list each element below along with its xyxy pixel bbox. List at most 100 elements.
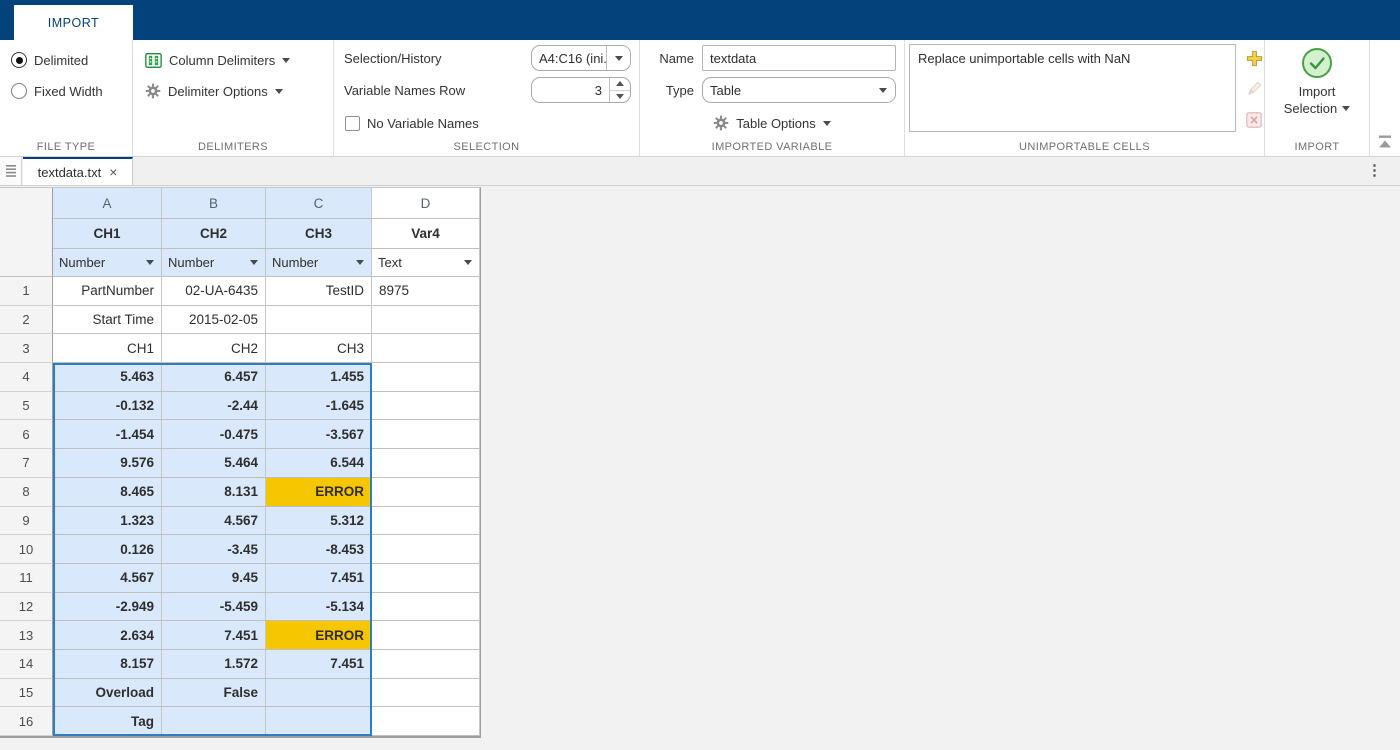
cell-B8[interactable]: 8.131 — [162, 478, 266, 507]
variable-names-row-value[interactable]: 3 — [532, 78, 609, 102]
cell-A4[interactable]: 5.463 — [53, 363, 162, 392]
cell-B2[interactable]: 2015-02-05 — [162, 306, 266, 335]
var-name-D[interactable]: Var4 — [372, 219, 480, 249]
row-header-3[interactable]: 3 — [0, 334, 53, 363]
row-header-4[interactable]: 4 — [0, 363, 53, 392]
cell-D1[interactable]: 8975 — [372, 277, 480, 306]
cell-C10[interactable]: -8.453 — [266, 535, 372, 564]
cell-B5[interactable]: -2.44 — [162, 392, 266, 421]
var-name-B[interactable]: CH2 — [162, 219, 266, 249]
var-name-A[interactable]: CH1 — [53, 219, 162, 249]
type-dropdown-button[interactable] — [871, 78, 895, 102]
cell-C1[interactable]: TestID — [266, 277, 372, 306]
row-header-9[interactable]: 9 — [0, 507, 53, 536]
col-letter-C[interactable]: C — [266, 188, 372, 219]
variable-names-row-spinner[interactable]: 3 — [531, 77, 631, 103]
cell-C3[interactable]: CH3 — [266, 334, 372, 363]
collapse-ribbon-button[interactable] — [1376, 134, 1394, 150]
cell-B9[interactable]: 4.567 — [162, 507, 266, 536]
radio-fixed-width[interactable]: Fixed Width — [11, 78, 103, 104]
cell-B11[interactable]: 9.45 — [162, 564, 266, 593]
tab-close-icon[interactable]: × — [109, 165, 117, 179]
spinner-down-button[interactable] — [610, 90, 630, 103]
type-dropdown[interactable]: Table — [702, 77, 896, 103]
edit-rule-button[interactable] — [1243, 78, 1265, 100]
cell-C13[interactable]: ERROR — [266, 621, 372, 650]
cell-A2[interactable]: Start Time — [53, 306, 162, 335]
cell-C8[interactable]: ERROR — [266, 478, 372, 507]
cell-C7[interactable]: 6.544 — [266, 449, 372, 478]
tab-overflow-menu-icon[interactable]: ⋮ — [1367, 161, 1382, 179]
row-header-14[interactable]: 14 — [0, 650, 53, 679]
cell-C12[interactable]: -5.134 — [266, 593, 372, 622]
cell-A5[interactable]: -0.132 — [53, 392, 162, 421]
unimportable-rule-text[interactable]: Replace unimportable cells with NaN — [918, 51, 1130, 66]
radio-delimited-control[interactable] — [11, 52, 27, 68]
cell-D8[interactable] — [372, 478, 480, 507]
cell-A14[interactable]: 8.157 — [53, 650, 162, 679]
spinner-up-button[interactable] — [610, 78, 630, 90]
variable-name-input[interactable]: textdata — [702, 45, 896, 71]
cell-A7[interactable]: 9.576 — [53, 449, 162, 478]
cell-B1[interactable]: 02-UA-6435 — [162, 277, 266, 306]
cell-A8[interactable]: 8.465 — [53, 478, 162, 507]
radio-fixed-width-control[interactable] — [11, 83, 27, 99]
cell-B15[interactable]: False — [162, 679, 266, 708]
import-selection-button[interactable]: Import Selection — [1265, 46, 1369, 116]
no-variable-names-checkbox-row[interactable]: No Variable Names — [345, 110, 479, 136]
var-name-C[interactable]: CH3 — [266, 219, 372, 249]
add-rule-button[interactable] — [1243, 47, 1265, 69]
cell-B3[interactable]: CH2 — [162, 334, 266, 363]
cell-B6[interactable]: -0.475 — [162, 420, 266, 449]
col-type-C[interactable]: Number — [266, 249, 372, 277]
cell-D11[interactable] — [372, 564, 480, 593]
row-header-12[interactable]: 12 — [0, 593, 53, 622]
cell-C14[interactable]: 7.451 — [266, 650, 372, 679]
cell-B14[interactable]: 1.572 — [162, 650, 266, 679]
cell-C9[interactable]: 5.312 — [266, 507, 372, 536]
cell-B7[interactable]: 5.464 — [162, 449, 266, 478]
row-header-8[interactable]: 8 — [0, 478, 53, 507]
cell-A12[interactable]: -2.949 — [53, 593, 162, 622]
col-type-B[interactable]: Number — [162, 249, 266, 277]
row-header-1[interactable]: 1 — [0, 277, 53, 306]
cell-D13[interactable] — [372, 621, 480, 650]
delete-rule-button[interactable] — [1243, 109, 1265, 131]
cell-D10[interactable] — [372, 535, 480, 564]
delimiter-options-button[interactable]: Delimiter Options — [145, 78, 283, 104]
selection-history-combo[interactable]: A4:C16 (ini... — [531, 45, 631, 71]
cell-D4[interactable] — [372, 363, 480, 392]
row-header-5[interactable]: 5 — [0, 392, 53, 421]
col-letter-D[interactable]: D — [372, 188, 480, 219]
cell-C6[interactable]: -3.567 — [266, 420, 372, 449]
cell-B16[interactable] — [162, 707, 266, 736]
no-variable-names-checkbox[interactable] — [345, 116, 360, 131]
cell-C5[interactable]: -1.645 — [266, 392, 372, 421]
cell-B4[interactable]: 6.457 — [162, 363, 266, 392]
cell-A11[interactable]: 4.567 — [53, 564, 162, 593]
cell-B13[interactable]: 7.451 — [162, 621, 266, 650]
cell-A15[interactable]: Overload — [53, 679, 162, 708]
col-type-D[interactable]: Text — [372, 249, 480, 277]
column-delimiters-button[interactable]: Column Delimiters — [145, 47, 290, 73]
cell-D3[interactable] — [372, 334, 480, 363]
cell-D15[interactable] — [372, 679, 480, 708]
table-options-button[interactable]: Table Options — [640, 110, 904, 136]
cell-A6[interactable]: -1.454 — [53, 420, 162, 449]
type-dropdown-caret[interactable] — [464, 260, 472, 265]
cell-A10[interactable]: 0.126 — [53, 535, 162, 564]
cell-D7[interactable] — [372, 449, 480, 478]
cell-C11[interactable]: 7.451 — [266, 564, 372, 593]
row-header-6[interactable]: 6 — [0, 420, 53, 449]
cell-B12[interactable]: -5.459 — [162, 593, 266, 622]
cell-A16[interactable]: Tag — [53, 707, 162, 736]
col-type-A[interactable]: Number — [53, 249, 162, 277]
row-header-7[interactable]: 7 — [0, 449, 53, 478]
type-dropdown-caret[interactable] — [356, 260, 364, 265]
cell-D6[interactable] — [372, 420, 480, 449]
document-list-button[interactable] — [0, 157, 22, 185]
selection-history-dropdown-button[interactable] — [606, 46, 630, 70]
cell-D5[interactable] — [372, 392, 480, 421]
cell-A9[interactable]: 1.323 — [53, 507, 162, 536]
cell-D2[interactable] — [372, 306, 480, 335]
